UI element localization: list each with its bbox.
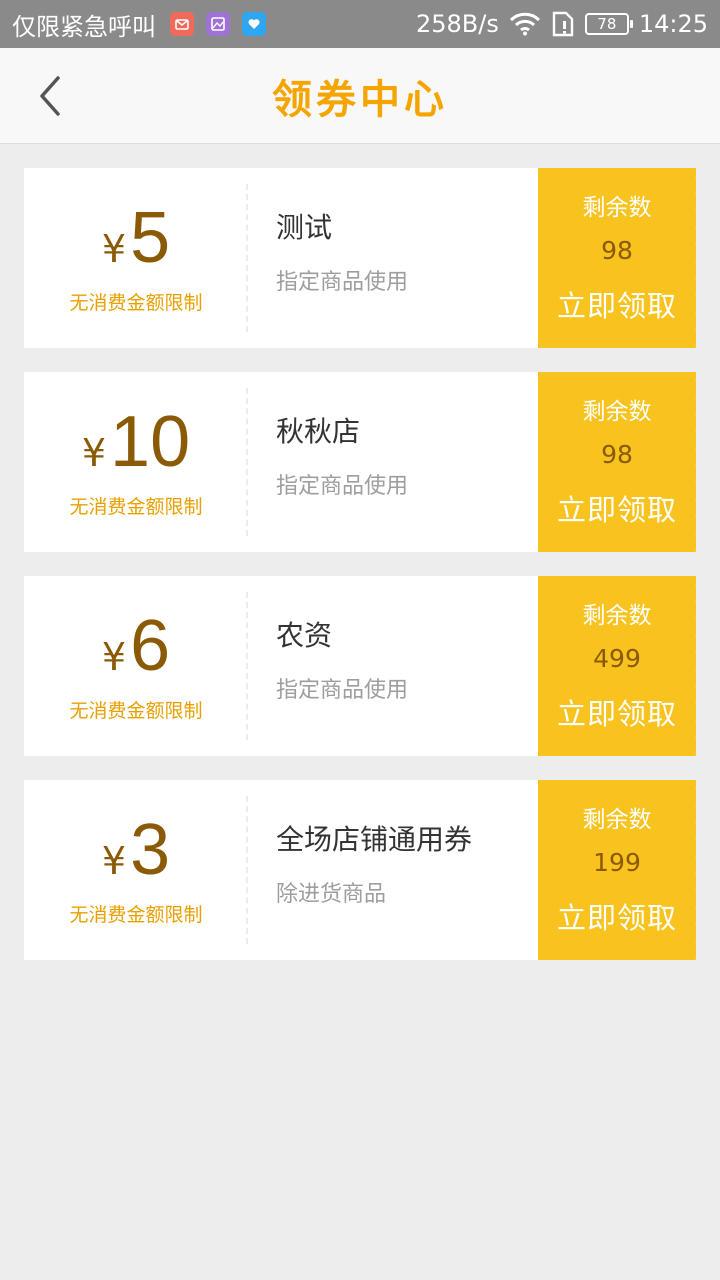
coupon-card: ¥ 5 无消费金额限制 测试 指定商品使用 剩余数 98 立即领取 <box>19 168 701 348</box>
coupon-name: 农资 <box>276 619 333 652</box>
coupon-card: ¥ 3 无消费金额限制 全场店铺通用券 除进货商品 剩余数 199 立即领取 <box>19 780 701 960</box>
coupon-list: ¥ 5 无消费金额限制 测试 指定商品使用 剩余数 98 立即领取 ¥ 10 无… <box>19 168 701 960</box>
coupon-body: ¥ 6 无消费金额限制 农资 指定商品使用 <box>19 576 538 756</box>
coupon-body: ¥ 5 无消费金额限制 测试 指定商品使用 <box>19 168 538 348</box>
coupon-limit: 无消费金额限制 <box>69 291 203 314</box>
remain-label: 剩余数 <box>582 399 652 425</box>
coupon-info: 农资 指定商品使用 <box>248 576 538 756</box>
coupon-info: 测试 指定商品使用 <box>248 168 538 348</box>
coupon-amount: 6 <box>130 605 171 686</box>
coupon-amount-section: ¥ 10 无消费金额限制 <box>24 372 248 552</box>
claim-button[interactable]: 剩余数 199 立即领取 <box>538 780 701 960</box>
carrier-text: 仅限紧急呼叫 <box>12 12 156 41</box>
remain-label: 剩余数 <box>582 603 652 629</box>
currency-symbol: ¥ <box>101 634 127 679</box>
coupon-body: ¥ 3 无消费金额限制 全场店铺通用券 除进货商品 <box>19 780 538 960</box>
currency-symbol: ¥ <box>101 226 127 271</box>
coupon-amount-section: ¥ 3 无消费金额限制 <box>24 780 248 960</box>
heart-app-icon <box>242 12 266 36</box>
coupon-amount: 3 <box>130 809 171 890</box>
status-bar: 仅限紧急呼叫 258B/s 78 14:25 <box>0 0 720 48</box>
battery-icon: 78 <box>584 13 633 35</box>
remain-label: 剩余数 <box>582 807 652 833</box>
remain-count: 499 <box>593 644 641 673</box>
currency-symbol: ¥ <box>101 838 127 883</box>
page-header: 领券中心 <box>0 48 720 144</box>
claim-label: 立即领取 <box>556 697 677 731</box>
remain-label: 剩余数 <box>582 195 652 221</box>
coupon-body: ¥ 10 无消费金额限制 秋秋店 指定商品使用 <box>19 372 538 552</box>
remain-count: 199 <box>593 848 641 877</box>
claim-button[interactable]: 剩余数 98 立即领取 <box>538 372 701 552</box>
net-speed-text: 258B/s <box>415 10 499 38</box>
coupon-amount: 5 <box>130 197 171 278</box>
coupon-card: ¥ 6 无消费金额限制 农资 指定商品使用 剩余数 499 立即领取 <box>19 576 701 756</box>
coupon-scope: 指定商品使用 <box>276 270 409 295</box>
claim-button[interactable]: 剩余数 499 立即领取 <box>538 576 701 756</box>
coupon-scope: 指定商品使用 <box>276 678 409 703</box>
claim-label: 立即领取 <box>556 493 677 527</box>
coupon-limit: 无消费金额限制 <box>69 903 203 926</box>
coupon-amount-section: ¥ 5 无消费金额限制 <box>24 168 248 348</box>
coupon-limit: 无消费金额限制 <box>69 699 203 722</box>
back-button[interactable] <box>28 72 72 120</box>
coupon-name: 秋秋店 <box>276 415 361 448</box>
claim-label: 立即领取 <box>556 901 677 935</box>
gallery-app-icon <box>206 12 230 36</box>
claim-button[interactable]: 剩余数 98 立即领取 <box>538 168 701 348</box>
chevron-left-icon <box>40 76 60 116</box>
coupon-amount-section: ¥ 6 无消费金额限制 <box>24 576 248 756</box>
coupon-info: 全场店铺通用券 除进货商品 <box>248 780 538 960</box>
wifi-icon <box>509 12 541 36</box>
coupon-name: 测试 <box>276 211 333 244</box>
coupon-name: 全场店铺通用券 <box>276 823 473 856</box>
page-title: 领券中心 <box>272 76 448 123</box>
currency-symbol: ¥ <box>81 430 107 475</box>
clock-text: 14:25 <box>638 10 708 38</box>
coupon-scope: 指定商品使用 <box>276 474 409 499</box>
remain-count: 98 <box>601 440 633 469</box>
coupon-info: 秋秋店 指定商品使用 <box>248 372 538 552</box>
sim-icon <box>551 11 575 37</box>
mail-app-icon <box>170 12 194 36</box>
coupon-limit: 无消费金额限制 <box>69 495 203 518</box>
coupon-card: ¥ 10 无消费金额限制 秋秋店 指定商品使用 剩余数 98 立即领取 <box>19 372 701 552</box>
remain-count: 98 <box>601 236 633 265</box>
battery-level: 78 <box>597 15 617 33</box>
coupon-amount: 10 <box>110 401 191 482</box>
claim-label: 立即领取 <box>556 289 677 323</box>
coupon-scope: 除进货商品 <box>276 882 387 907</box>
